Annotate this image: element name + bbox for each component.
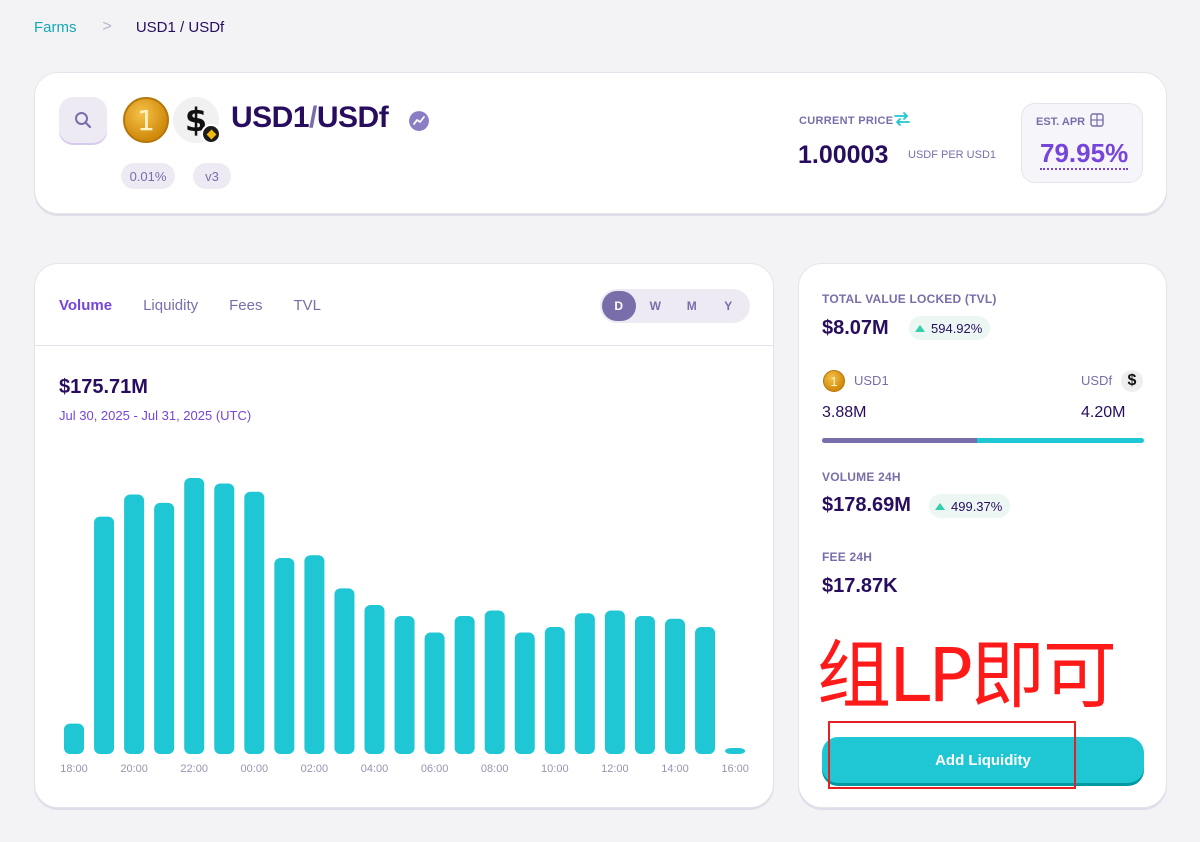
volume-bar-19:00[interactable] bbox=[94, 516, 115, 754]
fee-24h-value: $17.87K bbox=[822, 575, 898, 597]
pair-title: USD1/USDf bbox=[231, 101, 389, 135]
token1-amount: 4.20M bbox=[1081, 404, 1126, 421]
calculator-icon[interactable] bbox=[1090, 113, 1104, 127]
fee-tier-badge: 0.01% bbox=[121, 163, 175, 189]
pair-token1: USDf bbox=[316, 101, 389, 134]
x-tick-label: 04:00 bbox=[361, 763, 389, 775]
period-month-button[interactable]: M bbox=[675, 291, 709, 321]
volume-bar-07:00[interactable] bbox=[454, 616, 475, 754]
volume-bar-01:00[interactable] bbox=[274, 558, 295, 754]
divider bbox=[35, 345, 773, 346]
volume-bar-04:00[interactable] bbox=[364, 604, 385, 754]
pair-separator: / bbox=[309, 101, 317, 134]
volume-bar-22:00[interactable] bbox=[184, 478, 205, 754]
period-selector: D W M Y bbox=[600, 289, 750, 323]
x-tick-label: 14:00 bbox=[661, 763, 689, 775]
est-apr-box: EST. APR 79.95% bbox=[1021, 103, 1143, 183]
usdf-token-icon: $ bbox=[173, 97, 221, 144]
x-tick-label: 20:00 bbox=[120, 763, 148, 775]
est-apr-label: EST. APR bbox=[1036, 116, 1086, 128]
volume-bar-00:00[interactable] bbox=[244, 491, 265, 754]
x-tick-label: 12:00 bbox=[601, 763, 629, 775]
token0-ratio-fill bbox=[822, 438, 977, 443]
swap-direction-icon[interactable] bbox=[893, 111, 911, 127]
token0-amount: 3.88M bbox=[822, 404, 867, 421]
volume-bar-06:00[interactable] bbox=[424, 632, 445, 754]
volume-bar-10:00[interactable] bbox=[544, 627, 565, 754]
volume-bar-16:00[interactable] bbox=[725, 748, 746, 754]
volume-bar-11:00[interactable] bbox=[574, 613, 595, 754]
volume-bar-03:00[interactable] bbox=[334, 588, 355, 754]
tab-tvl[interactable]: TVL bbox=[293, 297, 321, 314]
annotation-highlight-box bbox=[828, 721, 1076, 789]
search-icon bbox=[75, 112, 92, 129]
usd1-token-icon: 1 bbox=[123, 97, 169, 143]
volume-bar-08:00[interactable] bbox=[484, 610, 505, 754]
chart-link-icon[interactable] bbox=[409, 111, 429, 131]
tvl-value: $8.07M bbox=[822, 317, 889, 339]
volume-bar-05:00[interactable] bbox=[394, 616, 415, 754]
tab-fees[interactable]: Fees bbox=[229, 297, 262, 314]
volume-bar-15:00[interactable] bbox=[695, 627, 716, 754]
volume-bar-23:00[interactable] bbox=[214, 483, 235, 754]
volume-bar-14:00[interactable] bbox=[665, 618, 685, 754]
volume-24h-label: VOLUME 24H bbox=[822, 470, 901, 484]
breadcrumb-current: USD1 / USDf bbox=[135, 18, 225, 36]
breadcrumb-farms-link[interactable]: Farms bbox=[34, 19, 77, 36]
period-day-button[interactable]: D bbox=[602, 291, 636, 321]
pool-stats-card: TOTAL VALUE LOCKED (TVL) $8.07M 594.92% … bbox=[798, 263, 1167, 808]
pair-token0: USD1 bbox=[231, 101, 310, 134]
fee-24h-label: FEE 24H bbox=[822, 550, 873, 564]
volume-bar-12:00[interactable] bbox=[604, 610, 625, 754]
bnb-chain-icon bbox=[201, 124, 221, 144]
annotation-text: 组LP即可 bbox=[817, 633, 1117, 719]
volume-bar-18:00[interactable] bbox=[64, 723, 84, 754]
chevron-right-icon: > bbox=[102, 18, 112, 35]
x-tick-label: 00:00 bbox=[241, 763, 269, 775]
volume-change-badge: 499.37% bbox=[929, 494, 1011, 518]
chart-tabs: Volume Liquidity Fees TVL bbox=[59, 297, 321, 314]
x-tick-label: 08:00 bbox=[481, 763, 509, 775]
current-price-unit: USDF PER USD1 bbox=[908, 149, 997, 161]
volume-bar-09:00[interactable] bbox=[514, 632, 535, 754]
x-tick-label: 16:00 bbox=[721, 763, 749, 775]
x-tick-label: 02:00 bbox=[301, 763, 329, 775]
current-price-label: CURRENT PRICE bbox=[799, 115, 894, 127]
x-tick-label: 10:00 bbox=[541, 763, 569, 775]
usdf-token-icon: $ bbox=[1121, 370, 1143, 392]
token-ratio-bar bbox=[822, 438, 1144, 443]
volume-bar-21:00[interactable] bbox=[154, 502, 175, 754]
tvl-change-badge: 594.92% bbox=[909, 316, 991, 340]
x-tick-label: 18:00 bbox=[60, 763, 88, 775]
arrow-up-icon bbox=[915, 324, 925, 332]
token1-name: USDf bbox=[1081, 373, 1113, 388]
breadcrumb: Farms > USD1 / USDf bbox=[34, 18, 224, 36]
chart-total-value: $175.71M bbox=[59, 376, 148, 398]
x-tick-label: 22:00 bbox=[180, 763, 208, 775]
volume-24h-value: $178.69M bbox=[822, 494, 911, 516]
tvl-label: TOTAL VALUE LOCKED (TVL) bbox=[822, 292, 997, 306]
volume-bar-20:00[interactable] bbox=[124, 494, 145, 754]
chart-date-range: Jul 30, 2025 - Jul 31, 2025 (UTC) bbox=[59, 408, 252, 423]
pool-header-card: 1 $ USD1/USDf 0.01% v3 CURRENT PRICE 1.0… bbox=[34, 72, 1167, 214]
current-price-value: 1.00003 bbox=[798, 141, 889, 169]
volume-bar-chart: 18:00 20:00 22:00 00:00 02:00 04:00 06:00 08:00… bbox=[60, 478, 749, 775]
chart-card: Volume Liquidity Fees TVL D W M Y $175.7… bbox=[34, 263, 774, 808]
token0-name: USD1 bbox=[854, 373, 889, 388]
est-apr-value[interactable]: 79.95% bbox=[1040, 138, 1129, 170]
usd1-token-icon: 1 bbox=[823, 370, 845, 392]
period-week-button[interactable]: W bbox=[639, 291, 673, 321]
volume-change-value: 499.37% bbox=[951, 498, 1003, 514]
version-badge: v3 bbox=[193, 163, 231, 189]
tab-volume[interactable]: Volume bbox=[59, 297, 112, 314]
search-button[interactable] bbox=[59, 97, 107, 143]
tab-liquidity[interactable]: Liquidity bbox=[143, 297, 198, 314]
period-year-button[interactable]: Y bbox=[712, 291, 746, 321]
x-tick-label: 06:00 bbox=[421, 763, 449, 775]
volume-bar-02:00[interactable] bbox=[304, 555, 325, 754]
arrow-up-icon bbox=[935, 502, 945, 510]
volume-bar-13:00[interactable] bbox=[634, 616, 655, 754]
tvl-change-value: 594.92% bbox=[931, 320, 983, 336]
